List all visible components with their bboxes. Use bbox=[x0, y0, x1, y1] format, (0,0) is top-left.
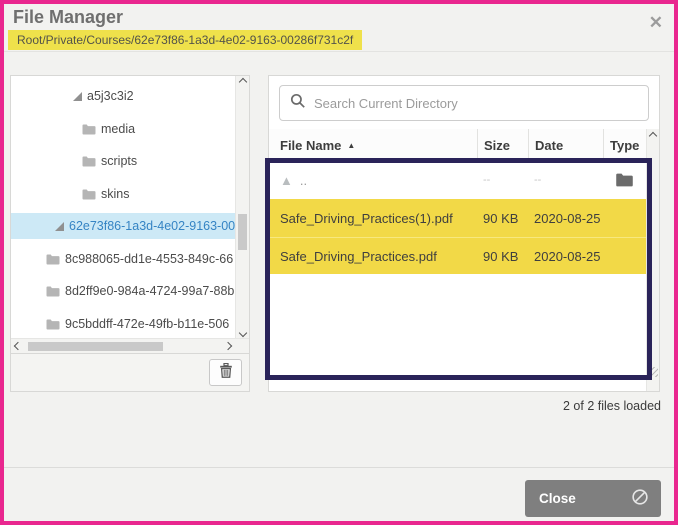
tree-item-scripts[interactable]: scripts bbox=[11, 148, 235, 174]
column-header-file-name[interactable]: File Name ▲ bbox=[269, 129, 477, 161]
tree-item-label: scripts bbox=[101, 154, 138, 168]
scroll-right-icon[interactable] bbox=[223, 339, 233, 353]
folder-icon bbox=[46, 254, 60, 265]
file-list-panel: File Name ▲ Size Date Type ▲ .. bbox=[268, 75, 660, 392]
sort-ascending-icon: ▲ bbox=[347, 140, 356, 150]
column-header-type[interactable]: Type bbox=[603, 129, 646, 161]
prohibition-icon bbox=[631, 488, 649, 509]
folder-tree: a5j3c3i2 media scripts skins 62e73f86-1a bbox=[11, 76, 235, 338]
search-icon bbox=[290, 93, 306, 114]
file-name: Safe_Driving_Practices.pdf bbox=[280, 248, 437, 264]
scroll-left-icon[interactable] bbox=[13, 339, 23, 353]
trash-icon bbox=[219, 362, 233, 383]
tree-item-label: 8c988065-dd1e-4553-849c-66 bbox=[65, 252, 234, 266]
file-size: -- bbox=[483, 174, 491, 186]
file-name: .. bbox=[299, 172, 308, 188]
tree-item-label: 9c5bddff-472e-49fb-b11e-506 bbox=[65, 317, 230, 331]
tree-item-label: 8d2ff9e0-984a-4724-99a7-88b bbox=[65, 284, 235, 298]
file-manager-dialog: File Manager ✕ Root/Private/Courses/62e7… bbox=[0, 0, 678, 525]
column-header-size[interactable]: Size bbox=[477, 129, 528, 161]
file-size: 90 KB bbox=[483, 210, 519, 226]
tree-item-label: media bbox=[101, 122, 136, 136]
folder-tree-panel: a5j3c3i2 media scripts skins 62e73f86-1a bbox=[10, 75, 250, 392]
tree-item-label: skins bbox=[101, 187, 130, 201]
file-table-body: ▲ .. -- -- Safe_Driving_Practices(1).pdf… bbox=[269, 161, 646, 274]
tree-item-label: a5j3c3i2 bbox=[87, 89, 134, 103]
expanded-triangle-icon[interactable] bbox=[73, 91, 82, 101]
file-date: -- bbox=[534, 174, 542, 186]
tree-vertical-scrollbar[interactable] bbox=[235, 76, 249, 340]
file-list-scrollbar[interactable] bbox=[646, 129, 659, 391]
file-table-header: File Name ▲ Size Date Type bbox=[269, 129, 646, 161]
resize-grip[interactable] bbox=[648, 367, 658, 377]
file-date: 2020-08-25 bbox=[534, 210, 601, 226]
folder-icon bbox=[46, 319, 60, 330]
folder-icon bbox=[82, 189, 96, 200]
tree-horizontal-scrollbar[interactable] bbox=[11, 338, 249, 353]
scroll-up-icon[interactable] bbox=[236, 77, 249, 87]
tree-footer bbox=[11, 353, 249, 391]
tree-item-media[interactable]: media bbox=[11, 116, 235, 142]
folder-icon bbox=[46, 286, 60, 297]
tree-item-9c5bddff[interactable]: 9c5bddff-472e-49fb-b11e-506 bbox=[11, 311, 235, 337]
tree-vscroll-thumb[interactable] bbox=[238, 214, 247, 250]
folder-icon bbox=[82, 124, 96, 135]
column-header-date[interactable]: Date bbox=[528, 129, 603, 161]
scroll-down-icon[interactable] bbox=[236, 328, 249, 338]
table-row-file-1[interactable]: Safe_Driving_Practices(1).pdf 90 KB 2020… bbox=[269, 199, 646, 237]
search-box bbox=[279, 85, 649, 121]
table-row-parent-directory[interactable]: ▲ .. -- -- bbox=[269, 161, 646, 199]
close-icon[interactable]: ✕ bbox=[649, 14, 663, 31]
tree-item-skins[interactable]: skins bbox=[11, 181, 235, 207]
files-loaded-status: 2 of 2 files loaded bbox=[563, 399, 661, 413]
dialog-header: File Manager ✕ Root/Private/Courses/62e7… bbox=[4, 4, 674, 52]
file-name: Safe_Driving_Practices(1).pdf bbox=[280, 210, 453, 226]
search-input[interactable] bbox=[314, 95, 638, 111]
tree-item-label: 62e73f86-1a3d-4e02-9163-002 bbox=[69, 219, 235, 233]
expanded-triangle-icon[interactable] bbox=[55, 221, 64, 231]
close-button-label: Close bbox=[539, 491, 576, 506]
tree-item-62e73f86-selected[interactable]: 62e73f86-1a3d-4e02-9163-002 bbox=[11, 213, 235, 239]
tree-item-8c988065[interactable]: 8c988065-dd1e-4553-849c-66 bbox=[11, 246, 235, 272]
delete-folder-button[interactable] bbox=[209, 359, 242, 386]
tree-item-8d2ff9e0[interactable]: 8d2ff9e0-984a-4724-99a7-88b bbox=[11, 278, 235, 304]
table-row-file-2[interactable]: Safe_Driving_Practices.pdf 90 KB 2020-08… bbox=[269, 237, 646, 274]
folder-icon bbox=[82, 156, 96, 167]
file-date: 2020-08-25 bbox=[534, 248, 601, 264]
up-directory-icon: ▲ bbox=[280, 172, 293, 188]
close-button[interactable]: Close bbox=[525, 480, 661, 517]
scroll-up-icon[interactable] bbox=[647, 131, 659, 141]
page-title: File Manager bbox=[13, 7, 124, 27]
folder-type-icon bbox=[603, 173, 646, 187]
file-size: 90 KB bbox=[483, 248, 519, 264]
breadcrumb: Root/Private/Courses/62e73f86-1a3d-4e02-… bbox=[8, 30, 363, 50]
dialog-footer: Close bbox=[4, 467, 674, 521]
tree-item-a5j3c3i2[interactable]: a5j3c3i2 bbox=[11, 83, 235, 109]
tree-hscroll-thumb[interactable] bbox=[28, 342, 163, 351]
